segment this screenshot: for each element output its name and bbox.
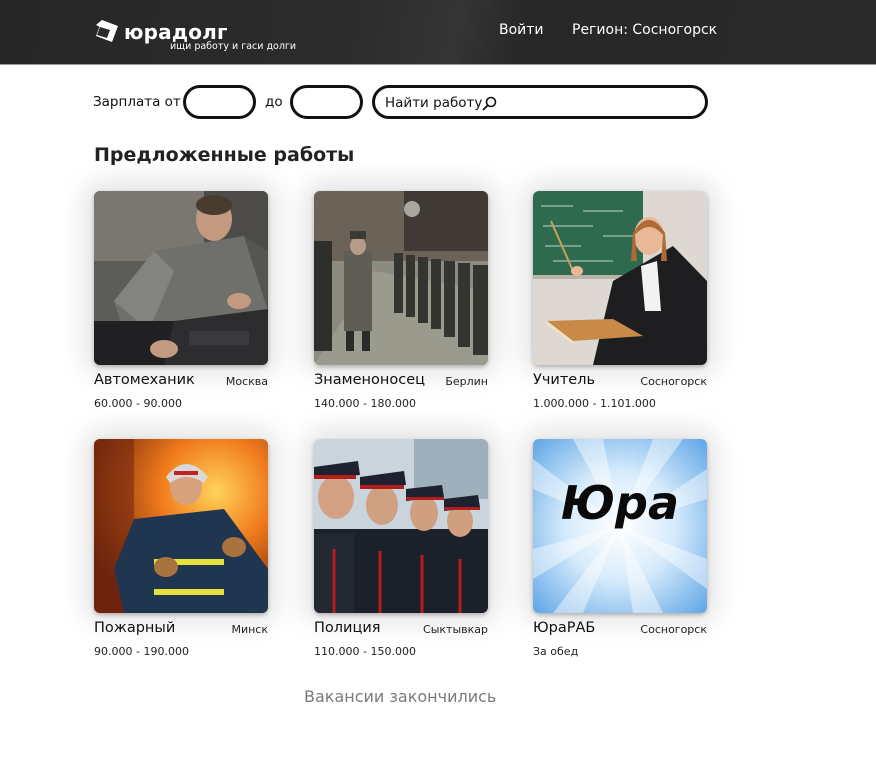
teacher-photo[interactable]	[533, 191, 707, 365]
police-photo[interactable]	[314, 439, 488, 613]
section-title: Предложенные работы	[94, 144, 355, 166]
mechanic-photo[interactable]	[94, 191, 268, 365]
logo-tagline: ищи работу и гаси долги	[170, 41, 297, 52]
job-filters: Зарплата от до	[93, 85, 713, 119]
job-card-police[interactable]: Полиция Сыктывкар 110.000 - 150.000	[314, 439, 488, 669]
top-navigation-bar: юрадолг ищи работу и гаси долги Войти Ре…	[0, 0, 876, 65]
yura-logo-text: Юра	[561, 476, 679, 530]
salary-to-label: до	[265, 94, 283, 110]
job-salary: 1.000.000 - 1.101.000	[533, 397, 656, 410]
job-card-firefighter[interactable]: Пожарный Минск 90.000 - 190.000	[94, 439, 268, 669]
job-salary: 60.000 - 90.000	[94, 397, 182, 410]
logo-icon	[96, 20, 118, 42]
job-city: Берлин	[445, 375, 488, 388]
job-salary: 90.000 - 190.000	[94, 645, 189, 658]
job-search-box[interactable]	[372, 85, 708, 119]
job-city: Минск	[231, 623, 268, 636]
job-card-yurarab[interactable]: Юра ЮраРАБ Сосногорск За обед	[533, 439, 707, 669]
firefighter-photo[interactable]	[94, 439, 268, 613]
job-card-mechanic[interactable]: Автомеханик Москва 60.000 - 90.000	[94, 191, 268, 421]
job-city: Сыктывкар	[423, 623, 488, 636]
job-title[interactable]: ЮраРАБ	[533, 620, 595, 636]
search-icon[interactable]	[482, 96, 497, 111]
salary-from-input[interactable]	[183, 85, 256, 119]
job-city: Сосногорск	[640, 375, 707, 388]
job-salary: За обед	[533, 645, 579, 658]
yura-logo-image[interactable]: Юра	[533, 439, 707, 613]
salary-from-label: Зарплата от	[93, 94, 181, 110]
job-title[interactable]: Полиция	[314, 620, 380, 636]
job-city: Москва	[225, 375, 268, 388]
parade-photo[interactable]	[314, 191, 488, 365]
site-logo[interactable]: юрадолг ищи работу и гаси долги	[93, 18, 313, 58]
job-title[interactable]: Учитель	[533, 372, 595, 388]
job-title[interactable]: Знаменоносец	[314, 372, 425, 388]
region-selector[interactable]: Регион: Сосногорск	[572, 22, 717, 38]
job-card-standard-bearer[interactable]: Знаменоносец Берлин 140.000 - 180.000	[314, 191, 488, 421]
salary-to-input[interactable]	[290, 85, 363, 119]
job-card-teacher[interactable]: Учитель Сосногорск 1.000.000 - 1.101.000	[533, 191, 707, 421]
job-salary: 140.000 - 180.000	[314, 397, 416, 410]
job-salary: 110.000 - 150.000	[314, 645, 416, 658]
job-title[interactable]: Автомеханик	[94, 372, 195, 388]
no-more-vacancies-note: Вакансии закончились	[304, 687, 497, 706]
job-search-input[interactable]	[385, 93, 685, 113]
job-title[interactable]: Пожарный	[94, 620, 175, 636]
login-link[interactable]: Войти	[499, 22, 544, 38]
job-city: Сосногорск	[640, 623, 707, 636]
